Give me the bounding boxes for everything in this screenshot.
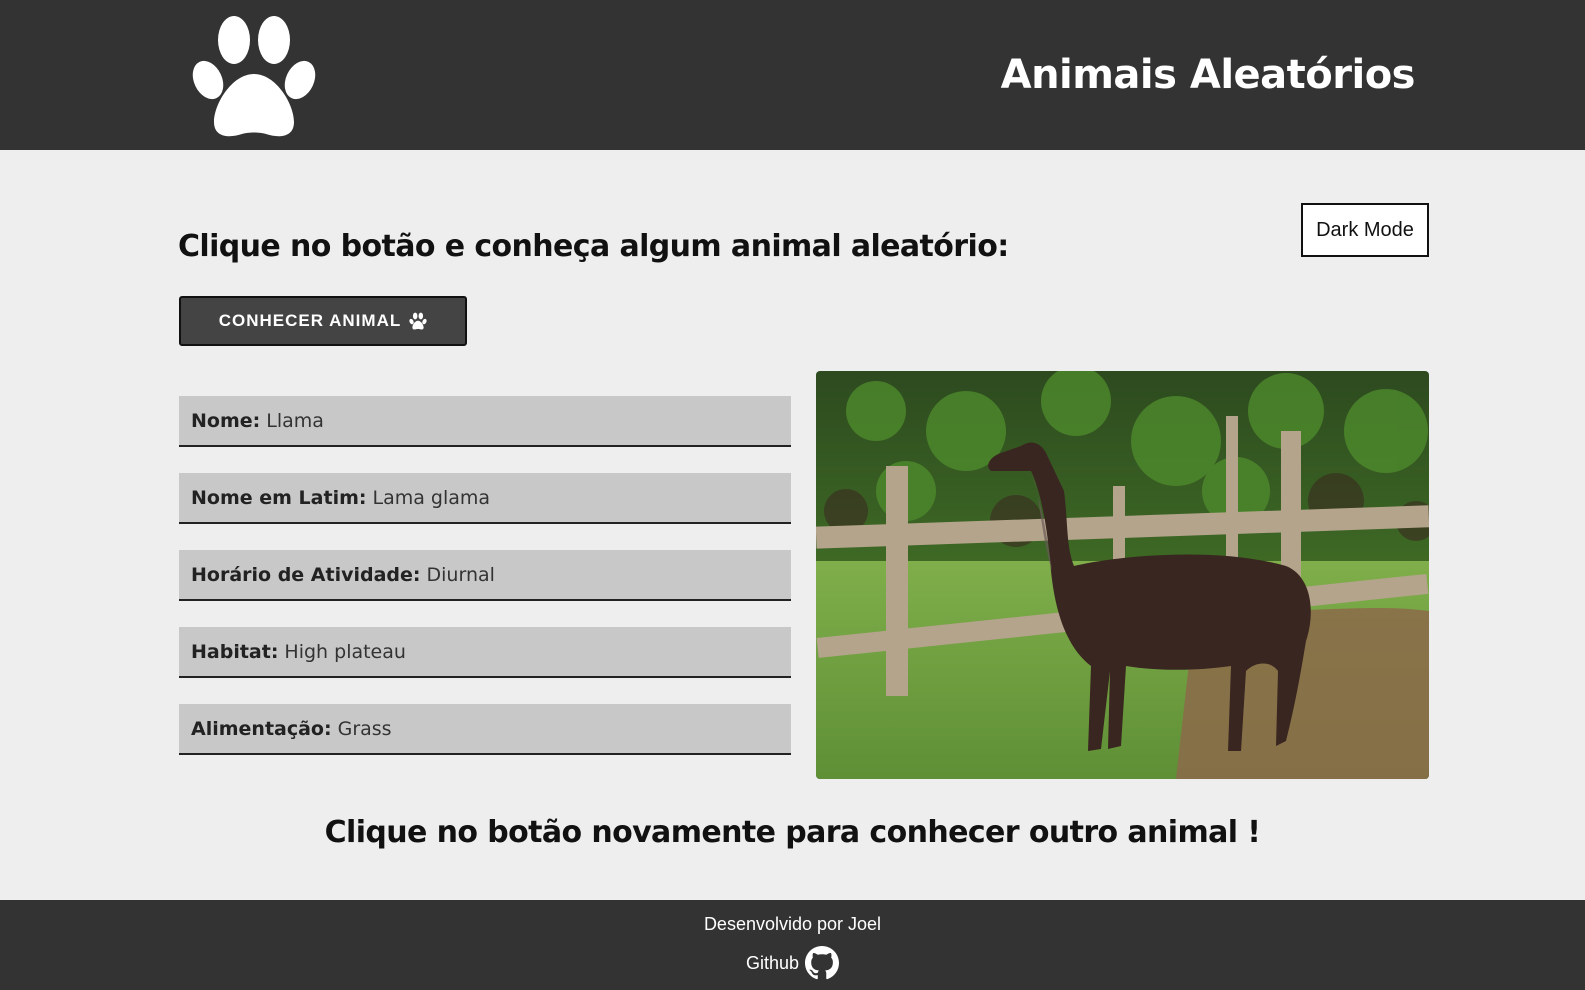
info-label: Nome: (191, 409, 261, 432)
info-label: Alimentação: (191, 717, 332, 740)
site-footer: Desenvolvido por Joel Github (0, 900, 1585, 990)
info-item-latin-name: Nome em Latim: Lama glama (179, 473, 791, 524)
credit-text: Desenvolvido por Joel (703, 914, 882, 934)
info-value: High plateau (284, 640, 406, 663)
info-item-name: Nome: Llama (179, 396, 791, 447)
info-label: Habitat: (191, 640, 279, 663)
main-content: Dark Mode Clique no botão e conheça algu… (0, 150, 1585, 900)
site-title: Animais Aleatórios (1000, 52, 1416, 98)
info-item-active-time: Horário de Atividade: Diurnal (179, 550, 791, 601)
info-item-habitat: Habitat: High plateau (179, 627, 791, 678)
paw-icon (409, 312, 427, 330)
site-header: Animais Aleatórios (0, 0, 1585, 150)
github-label: Github (745, 952, 800, 973)
info-value: Diurnal (426, 563, 495, 586)
again-heading: Clique no botão novamente para conhecer … (324, 815, 1261, 850)
github-icon (805, 946, 840, 980)
info-value: Grass (337, 717, 392, 740)
know-animal-label: CONHECER ANIMAL (218, 311, 402, 330)
prompt-heading: Clique no botão e conheça algum animal a… (178, 229, 1009, 264)
paw-icon (192, 16, 316, 137)
info-value: Llama (266, 409, 324, 432)
info-item-diet: Alimentação: Grass (179, 704, 791, 755)
info-value: Lama glama (372, 486, 491, 509)
animal-info-list: Nome: Llama Nome em Latim: Lama glama Ho… (179, 396, 791, 781)
know-animal-button[interactable]: CONHECER ANIMAL (179, 296, 467, 346)
github-link[interactable]: Github (0, 946, 1585, 980)
animal-photo (816, 371, 1429, 779)
info-label: Nome em Latim: (191, 486, 367, 509)
info-label: Horário de Atividade: (191, 563, 421, 586)
dark-mode-button[interactable]: Dark Mode (1301, 203, 1429, 257)
